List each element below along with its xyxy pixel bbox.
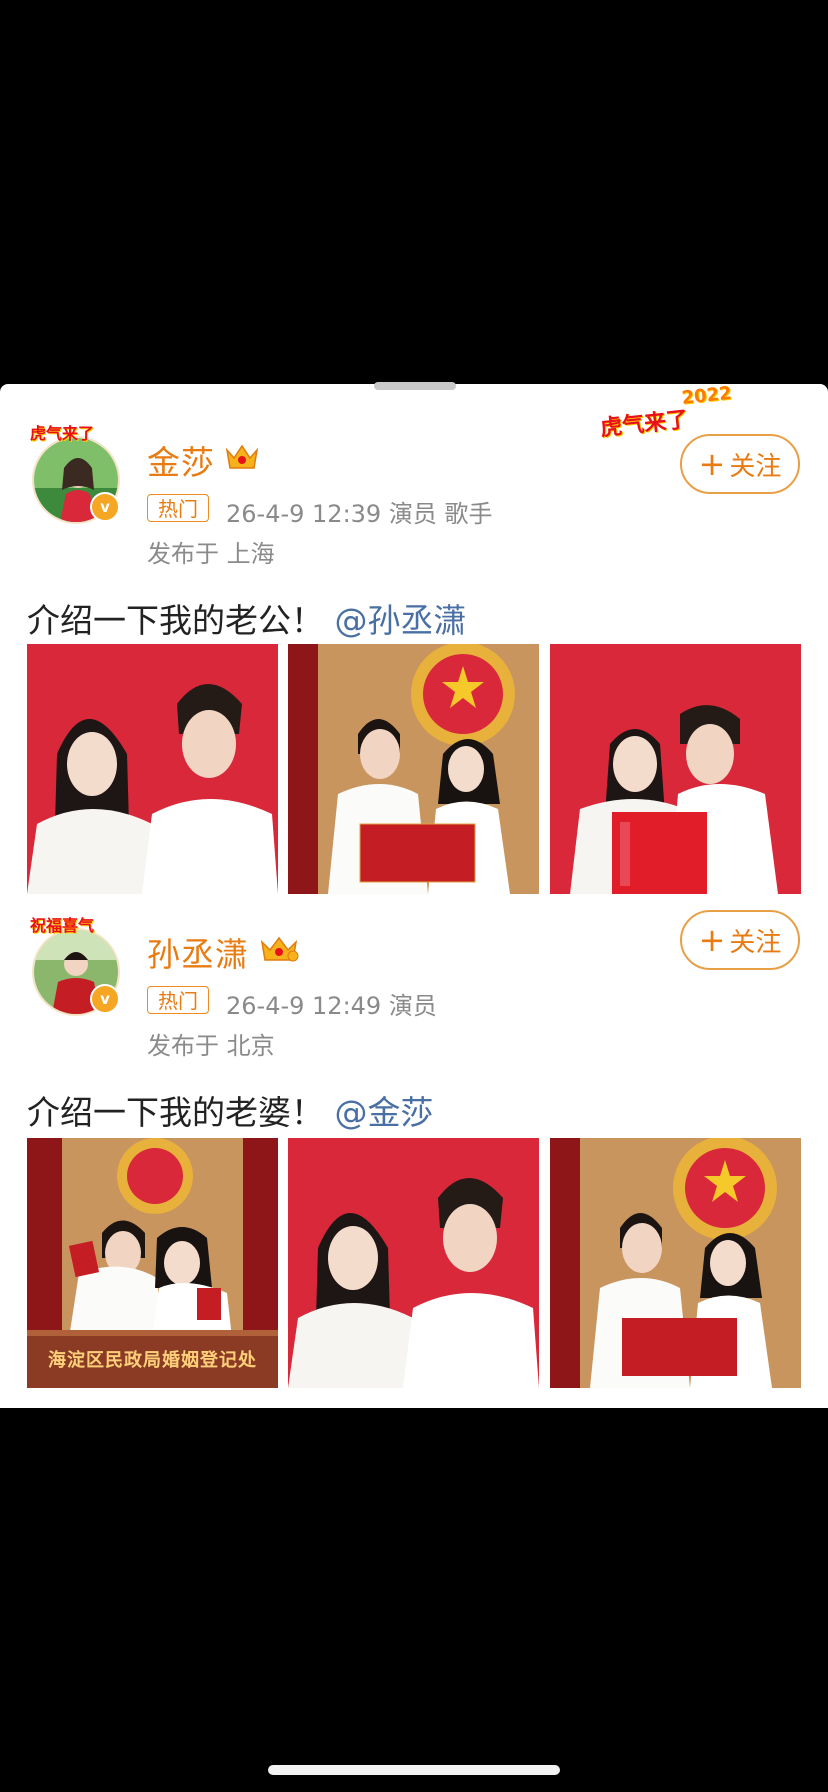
author-name[interactable]: 孙丞潇 (147, 928, 249, 976)
weibo-card: 虎气来了 v 金莎 热门 26-4-9 12:39 演员 歌手 发布于 上海 虎… (0, 382, 828, 1408)
photo-thumbnail[interactable]: 海淀区民政局婚姻登记处 (27, 1138, 278, 1388)
plus-icon: + (698, 445, 726, 483)
year-sticker-text: 2022 (680, 382, 733, 409)
avatar-banner: 祝福喜气 (30, 916, 95, 935)
follow-label: 关注 (729, 451, 782, 482)
home-indicator[interactable] (268, 1765, 560, 1775)
photo-thumbnail[interactable] (550, 644, 801, 894)
post-meta: 26-4-9 12:39 演员 歌手 (226, 500, 493, 528)
mention-link[interactable]: @金莎 (335, 1093, 434, 1132)
author-name[interactable]: 金莎 (147, 436, 215, 484)
registry-sign: 海淀区民政局婚姻登记处 (48, 1350, 257, 1371)
follow-button[interactable]: + 关注 (680, 434, 800, 494)
avatar-banner: 虎气来了 (30, 424, 95, 443)
follow-label: 关注 (729, 927, 782, 958)
post-body: 介绍一下我的老公！ (27, 601, 324, 640)
photo-thumbnail[interactable] (27, 644, 278, 894)
verified-badge-icon: v (90, 492, 120, 522)
photo-thumbnail[interactable] (550, 1138, 801, 1388)
crown-icon (259, 934, 299, 964)
author-avatar[interactable]: 祝福喜气 v (30, 912, 120, 1016)
verified-badge-icon: v (90, 984, 120, 1014)
post-meta: 26-4-9 12:49 演员 (226, 992, 437, 1020)
follow-button[interactable]: + 关注 (680, 910, 800, 970)
photo-grid (27, 644, 801, 894)
hot-tag: 热门 (147, 494, 209, 522)
post-text: 介绍一下我的老公！ @孙丞潇 (27, 594, 467, 642)
plus-icon: + (698, 921, 726, 959)
author-avatar[interactable]: 虎气来了 v (30, 420, 120, 524)
post-text: 介绍一下我的老婆！ @金莎 (27, 1086, 434, 1134)
photo-thumbnail[interactable] (288, 644, 539, 894)
post-location: 发布于 北京 (147, 1032, 275, 1060)
photo-thumbnail[interactable] (288, 1138, 539, 1388)
tiger-sticker-text: 虎气来了 (599, 407, 690, 442)
drag-handle[interactable] (374, 382, 456, 390)
mention-link[interactable]: @孙丞潇 (335, 601, 467, 640)
tiger-year-sticker: 虎气来了 2022 (599, 383, 732, 442)
post-body: 介绍一下我的老婆！ (27, 1093, 324, 1132)
crown-icon (224, 442, 260, 472)
photo-grid: 海淀区民政局婚姻登记处 (27, 1138, 801, 1388)
post-location: 发布于 上海 (147, 540, 275, 568)
hot-tag: 热门 (147, 986, 209, 1014)
